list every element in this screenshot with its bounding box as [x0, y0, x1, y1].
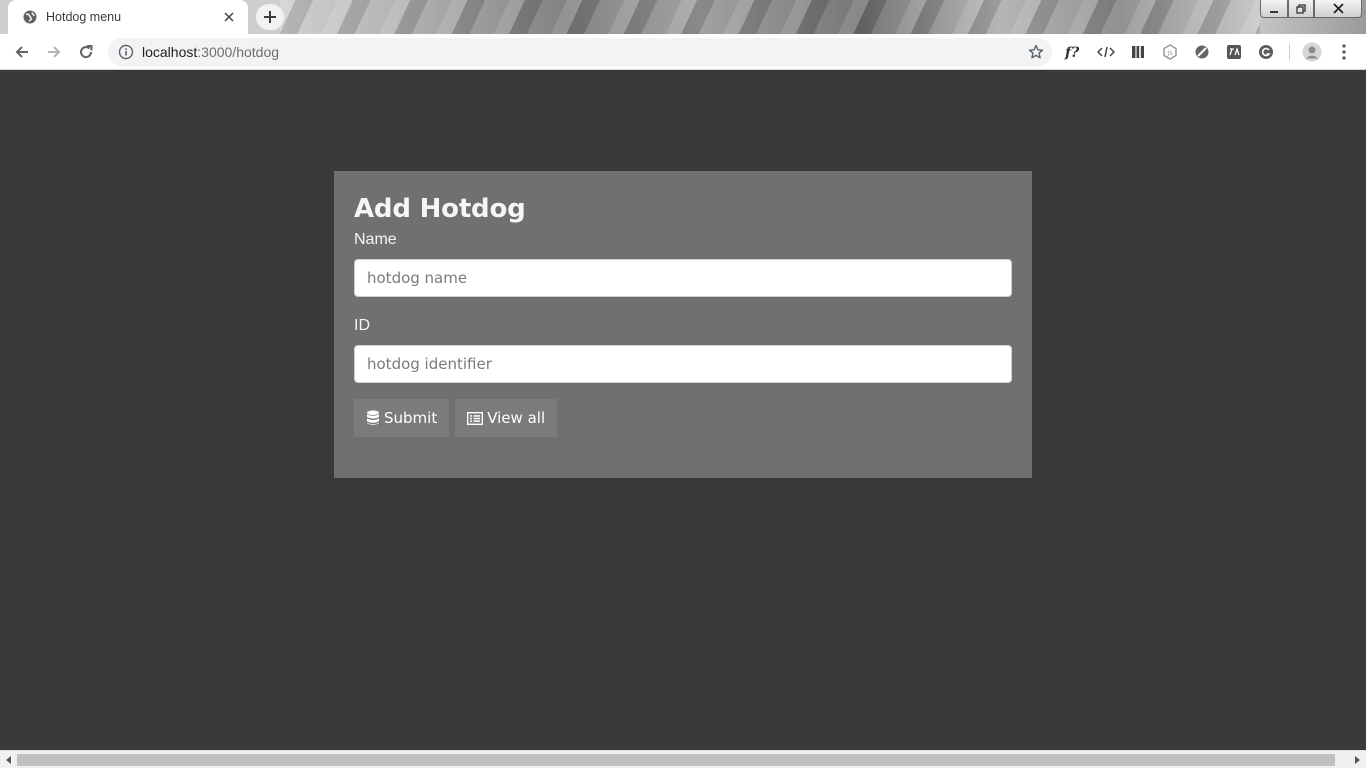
scrollbar-thumb[interactable]: [17, 754, 1335, 766]
svg-text:f?: f?: [1064, 45, 1080, 61]
page-viewport: Add Hotdog Name ID Submit: [0, 71, 1366, 750]
globe-icon: [23, 10, 37, 24]
add-hotdog-form: Add Hotdog Name ID Submit: [334, 171, 1032, 478]
back-icon: [15, 46, 28, 58]
address-bar[interactable]: localhost:3000/hotdog: [108, 38, 1052, 66]
scroll-left-arrow-icon[interactable]: [2, 753, 16, 767]
extension-function-icon[interactable]: f?: [1064, 42, 1084, 62]
extension-grammarly-icon[interactable]: [1256, 42, 1276, 62]
profile-button[interactable]: [1302, 42, 1322, 62]
reload-button[interactable]: [72, 38, 100, 66]
horizontal-scrollbar[interactable]: [0, 750, 1366, 768]
extension-tools-icon[interactable]: [1192, 42, 1212, 62]
restore-icon: [1296, 3, 1306, 14]
reload-icon: [80, 45, 93, 59]
id-label: ID: [354, 317, 370, 334]
forward-button[interactable]: [40, 38, 68, 66]
url-host: localhost: [142, 44, 198, 60]
profile-icon: [1302, 42, 1322, 62]
menu-dots-icon: [1342, 44, 1346, 60]
browser-theme-image: [280, 0, 1260, 34]
minimize-icon: [1270, 10, 1278, 13]
extension-book-icon[interactable]: [1128, 42, 1148, 62]
url-path: :3000/hotdog: [197, 44, 280, 60]
database-icon: [367, 410, 379, 425]
browser-menu-button[interactable]: [1334, 42, 1354, 62]
extension-code-icon[interactable]: [1096, 42, 1116, 62]
id-input[interactable]: [354, 345, 1012, 383]
tab-title: Hotdog menu: [46, 10, 122, 24]
browser-tab[interactable]: Hotdog menu: [8, 0, 248, 34]
scroll-right-arrow-icon[interactable]: [1350, 753, 1364, 767]
minimize-button[interactable]: [1260, 0, 1288, 18]
window-close-button[interactable]: [1314, 0, 1362, 18]
svg-text:js: js: [1166, 49, 1173, 57]
plus-icon: [264, 11, 276, 23]
browser-toolbar: localhost:3000/hotdog f? js: [0, 34, 1366, 70]
name-label: Name: [354, 231, 397, 248]
star-icon[interactable]: [1028, 44, 1044, 60]
close-icon: [1332, 3, 1344, 14]
forward-icon: [48, 46, 61, 58]
back-button[interactable]: [8, 38, 36, 66]
submit-label: Submit: [384, 409, 438, 427]
extension-hexagon-icon[interactable]: js: [1160, 42, 1180, 62]
restore-button[interactable]: [1288, 0, 1314, 18]
tab-strip: Hotdog menu: [0, 0, 1366, 34]
list-icon: [467, 411, 484, 425]
toolbar-divider: [1289, 44, 1290, 60]
name-input[interactable]: [354, 259, 1012, 297]
submit-button[interactable]: Submit: [354, 399, 450, 437]
close-icon[interactable]: [220, 8, 238, 26]
view-all-button[interactable]: View all: [455, 399, 558, 437]
info-icon[interactable]: [118, 44, 134, 60]
new-tab-button[interactable]: [256, 4, 284, 30]
view-all-label: View all: [487, 409, 546, 427]
page-title: Add Hotdog: [354, 194, 526, 224]
extension-translate-icon[interactable]: [1224, 42, 1244, 62]
form-actions: Submit View all: [354, 399, 1012, 437]
